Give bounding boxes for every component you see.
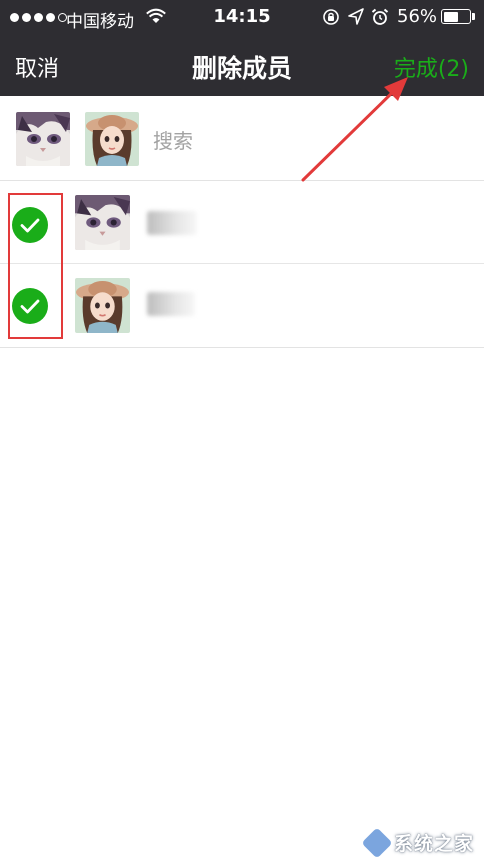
member-name-redacted [147,292,195,316]
member-avatar-girl [75,278,130,333]
orientation-lock-icon [323,9,339,25]
member-avatar-cat [75,195,130,250]
top-bar: 中国移动 14:15 56% 取消 删除成员 完成(2) [0,0,484,96]
battery-level-fill [443,11,458,22]
list-bottom-divider [0,347,484,348]
navigation-bar: 取消 删除成员 完成(2) [0,32,484,96]
selected-member-avatar-girl[interactable] [85,112,139,166]
search-input[interactable]: 搜索 [153,125,193,154]
search-bar[interactable]: 搜索 [0,96,484,181]
alarm-icon [371,8,389,25]
location-icon [348,8,364,25]
checkbox-highlight-box [8,193,63,339]
status-bar: 中国移动 14:15 56% [0,0,484,32]
watermark-logo-icon [361,826,393,859]
member-row[interactable] [0,264,484,348]
done-button[interactable]: 完成(2) [394,51,469,83]
battery-cap [472,13,475,20]
selected-member-avatar-cat[interactable] [16,112,70,166]
watermark-text: 系统之家 [393,833,474,855]
member-row[interactable] [0,181,484,265]
battery-percentage: 56% [397,6,438,27]
member-name-redacted [147,211,197,235]
watermark: 系统之家 [361,826,474,859]
battery-icon [441,9,471,24]
